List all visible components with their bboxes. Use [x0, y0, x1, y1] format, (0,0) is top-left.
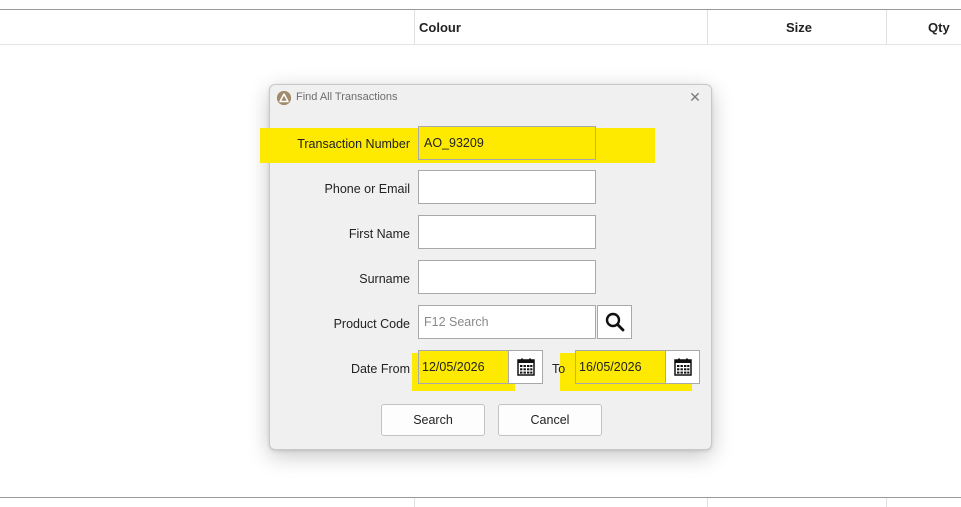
date-from-label: Date From [350, 362, 410, 376]
product-search-button[interactable] [597, 305, 632, 339]
column-separator [707, 10, 708, 44]
search-button[interactable]: Search [381, 404, 485, 436]
date-from-picker-button[interactable] [508, 350, 543, 384]
transaction-number-label: Transaction Number [297, 137, 410, 151]
phone-or-email-label: Phone or Email [324, 182, 410, 196]
app-logo-icon [277, 91, 291, 105]
column-separator [707, 498, 708, 507]
date-to-label: To [552, 362, 566, 376]
date-from-input[interactable] [418, 350, 510, 384]
transaction-number-input[interactable] [418, 126, 596, 160]
column-header-colour[interactable]: Colour [419, 20, 461, 35]
column-header-size[interactable]: Size [786, 20, 812, 35]
column-separator [886, 498, 887, 507]
cancel-button[interactable]: Cancel [498, 404, 602, 436]
search-icon [605, 312, 624, 332]
close-icon[interactable]: ✕ [687, 89, 703, 105]
first-name-input[interactable] [418, 215, 596, 249]
product-code-input[interactable] [418, 305, 596, 339]
surname-label: Surname [359, 272, 410, 286]
date-to-picker-button[interactable] [665, 350, 700, 384]
calendar-icon [673, 358, 692, 376]
surname-input[interactable] [418, 260, 596, 294]
calendar-icon [516, 358, 535, 376]
product-code-label: Product Code [333, 317, 410, 331]
column-separator [414, 10, 415, 44]
table-header: Colour Size Qty [0, 10, 961, 45]
column-header-qty[interactable]: Qty [928, 20, 950, 35]
column-separator [414, 498, 415, 507]
bottom-divider [0, 497, 961, 498]
find-transactions-dialog: Find All Transactions ✕ Transaction Numb… [260, 84, 712, 450]
first-name-label: First Name [348, 227, 410, 241]
phone-or-email-input[interactable] [418, 170, 596, 204]
dialog-title: Find All Transactions [296, 91, 398, 103]
column-separator [886, 10, 887, 44]
dialog-title-bar[interactable]: Find All Transactions ✕ [270, 85, 711, 111]
date-to-input[interactable] [575, 350, 667, 384]
